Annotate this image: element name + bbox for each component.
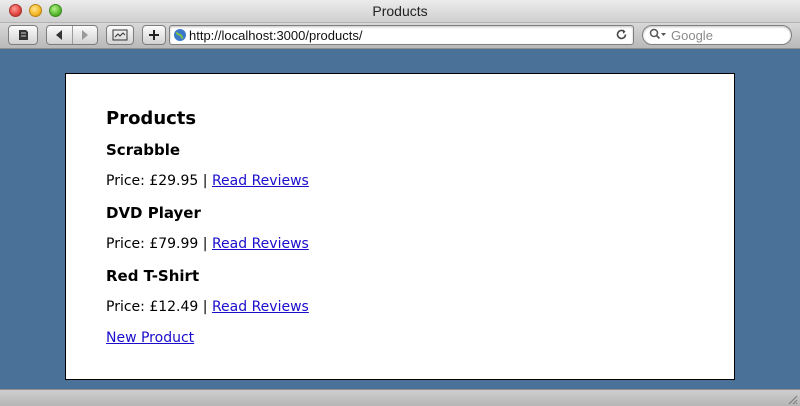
- product-price-line: Price: £29.95 | Read Reviews: [106, 173, 309, 189]
- globe-icon: [174, 29, 186, 41]
- add-bookmark-button[interactable]: [142, 25, 166, 45]
- product-name: Red T-Shirt: [106, 267, 200, 285]
- extension-button[interactable]: [8, 25, 38, 45]
- address-bar[interactable]: http://localhost:3000/products/: [169, 25, 634, 45]
- new-product-link[interactable]: New Product: [106, 330, 194, 346]
- snippet-icon: [112, 29, 128, 41]
- product-name: Scrabble: [106, 141, 181, 159]
- back-forward-buttons: [46, 25, 98, 45]
- price-label: Price:: [106, 236, 145, 252]
- separator: |: [202, 236, 208, 252]
- search-field[interactable]: Google: [642, 25, 792, 45]
- separator: |: [202, 173, 208, 189]
- window-titlebar: Products: [0, 0, 800, 23]
- resize-grip-icon[interactable]: [786, 393, 798, 405]
- address-text: http://localhost:3000/products/: [189, 28, 363, 43]
- price-label: Price:: [106, 299, 145, 315]
- separator: |: [202, 299, 208, 315]
- browser-toolbar: http://localhost:3000/products/ Google: [0, 23, 800, 49]
- reload-icon[interactable]: [615, 28, 628, 41]
- search-icon: [649, 28, 666, 40]
- page-content: Products Scrabble Price: £29.95 | Read R…: [65, 73, 735, 380]
- price-value: £29.95: [149, 173, 199, 189]
- read-reviews-link[interactable]: Read Reviews: [212, 173, 309, 189]
- status-bar: [0, 389, 800, 406]
- snippet-button[interactable]: [106, 25, 134, 45]
- forward-button[interactable]: [73, 26, 98, 44]
- product-price-line: Price: £12.49 | Read Reviews: [106, 299, 309, 315]
- product-name: DVD Player: [106, 204, 201, 222]
- elephant-icon: [19, 30, 28, 40]
- price-value: £12.49: [149, 299, 199, 315]
- back-button[interactable]: [47, 26, 73, 44]
- price-value: £79.99: [149, 236, 199, 252]
- product-price-line: Price: £79.99 | Read Reviews: [106, 236, 309, 252]
- back-arrow-icon: [56, 30, 63, 40]
- read-reviews-link[interactable]: Read Reviews: [212, 299, 309, 315]
- read-reviews-link[interactable]: Read Reviews: [212, 236, 309, 252]
- plus-icon: [149, 30, 159, 40]
- window-title: Products: [372, 3, 428, 19]
- forward-arrow-icon: [81, 30, 88, 40]
- price-label: Price:: [106, 173, 145, 189]
- page-title: Products: [106, 108, 197, 129]
- search-placeholder: Google: [671, 28, 713, 43]
